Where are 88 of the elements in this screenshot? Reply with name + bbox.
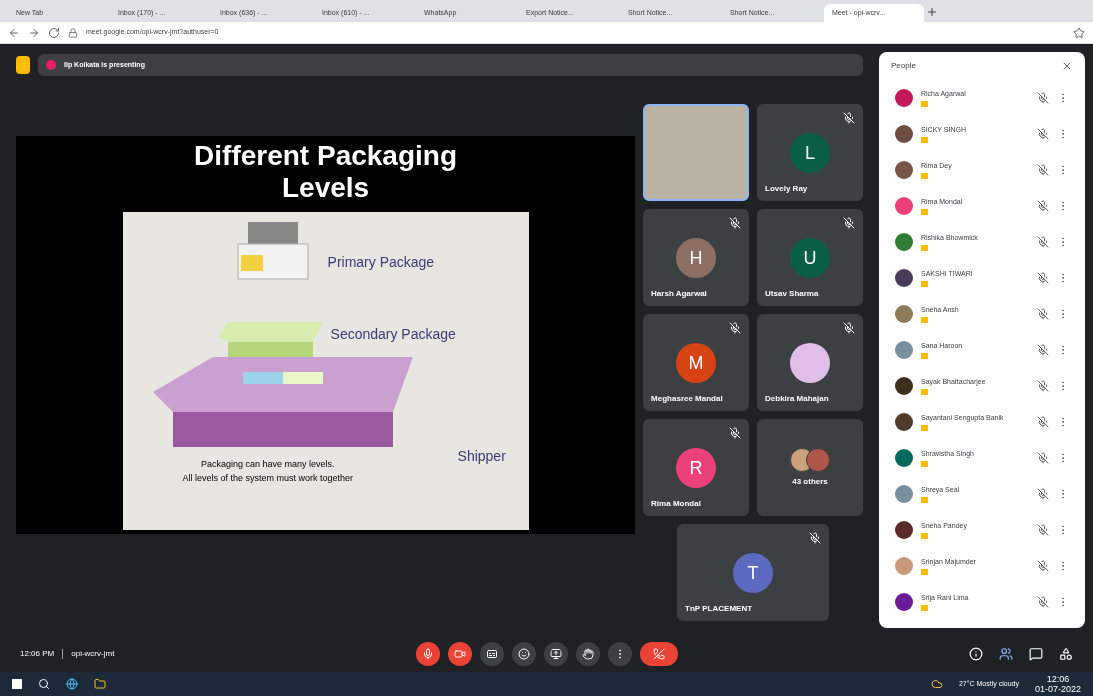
meet-logo-icon: [16, 56, 30, 74]
chat-icon[interactable]: [1029, 647, 1043, 661]
slide-label: Shipper: [457, 447, 506, 466]
reload-icon[interactable]: [48, 26, 60, 39]
badge-icon: [921, 101, 928, 108]
mic-off-icon: [1037, 236, 1049, 248]
meeting-code: opi-wcrv-jmt: [71, 648, 115, 660]
lock-icon: [68, 27, 78, 38]
mic-off-icon: [1037, 272, 1049, 284]
badge-icon: [921, 137, 928, 144]
mic-off-icon: [1037, 416, 1049, 428]
activities-icon[interactable]: [1059, 647, 1073, 661]
mic-off-icon: [1037, 128, 1049, 140]
badge-icon: [921, 425, 928, 432]
emoji-icon[interactable]: [511, 642, 536, 666]
avatar-stack-icon: [790, 447, 830, 472]
slide-label: Primary Package: [327, 253, 435, 272]
badge-icon: [921, 317, 928, 324]
mic-off-icon: [1037, 488, 1049, 500]
participant-name: Lovely Ray: [765, 183, 808, 195]
close-icon[interactable]: [1061, 60, 1073, 72]
mic-off-icon: [1037, 452, 1049, 464]
mic-off-icon: [1037, 92, 1049, 104]
slide-title: Different Packaging Levels: [193, 140, 458, 204]
info-icon[interactable]: [969, 647, 983, 661]
mic-off-icon: [729, 427, 742, 439]
mic-off-icon: [843, 217, 855, 229]
forward-icon[interactable]: [28, 26, 40, 39]
mic-off-icon: [1037, 344, 1049, 356]
mic-off-icon: [1037, 380, 1049, 392]
leave-call-icon[interactable]: [639, 642, 678, 666]
avatar-initial: U: [803, 246, 817, 270]
clock-time: 12:06: [1046, 674, 1070, 684]
badge-icon: [921, 497, 928, 504]
participant-name: Debkira Mahajan: [765, 393, 829, 405]
badge-icon: [921, 209, 928, 216]
mic-off-icon: [1037, 560, 1049, 572]
hand-icon[interactable]: [575, 642, 600, 666]
avatar-initial: T: [747, 561, 759, 585]
mic-off-icon: [809, 532, 821, 544]
slide-label: Secondary Package: [330, 325, 456, 344]
browser-icon[interactable]: [66, 678, 78, 690]
mic-off-icon: [1037, 200, 1049, 212]
avatar-initial: L: [805, 141, 815, 165]
search-icon[interactable]: [38, 678, 50, 690]
panel-title: People: [891, 60, 916, 72]
badge-icon: [921, 389, 928, 396]
mic-off-icon: [729, 217, 742, 229]
mic-off-icon: [729, 322, 742, 334]
badge-icon: [921, 353, 928, 360]
others-count[interactable]: 43 others: [792, 475, 828, 488]
weather-icon: [930, 678, 943, 690]
slide-caption: Packaging can have many levels.: [201, 458, 335, 471]
participant-name: Harsh Agarwal: [651, 288, 707, 300]
present-screen-icon[interactable]: [543, 642, 568, 666]
mic-off-icon: [1037, 596, 1049, 608]
participant-name: TnP PLACEMENT: [685, 603, 753, 615]
mic-off-icon: [1037, 524, 1049, 536]
mic-off-icon: [843, 322, 855, 334]
captions-icon[interactable]: [479, 642, 504, 666]
folder-icon[interactable]: [94, 678, 106, 690]
microphone-icon[interactable]: [415, 642, 440, 666]
mic-off-icon: [1037, 164, 1049, 176]
badge-icon: [921, 281, 928, 288]
badge-icon: [921, 461, 928, 468]
badge-icon: [921, 245, 928, 252]
mic-off-icon: [843, 112, 855, 124]
participant-name: Meghasree Mandal: [651, 393, 723, 405]
slide-caption: All levels of the system must work together: [182, 471, 354, 485]
badge-icon: [921, 605, 928, 612]
avatar-initial: R: [689, 456, 703, 480]
start-icon[interactable]: [12, 679, 22, 689]
people-icon[interactable]: [999, 647, 1013, 661]
camera-icon[interactable]: [447, 642, 472, 666]
bookmark-star-icon[interactable]: [1073, 26, 1085, 39]
meeting-time: 12:06 PM: [20, 648, 55, 660]
participant-name: Utsav Sharma: [765, 288, 819, 300]
participant-name: Rima Mondal: [651, 498, 701, 510]
badge-icon: [921, 173, 928, 180]
presenter-avatar: [46, 60, 56, 70]
new-tab-icon[interactable]: [926, 6, 938, 18]
avatar-initial: H: [689, 246, 703, 270]
mic-off-icon: [1037, 308, 1049, 320]
badge-icon: [921, 533, 928, 540]
back-icon[interactable]: [8, 26, 20, 39]
avatar-initial: M: [688, 351, 704, 375]
clock-date: 01-07-2022: [1034, 684, 1081, 694]
badge-icon: [921, 569, 928, 576]
